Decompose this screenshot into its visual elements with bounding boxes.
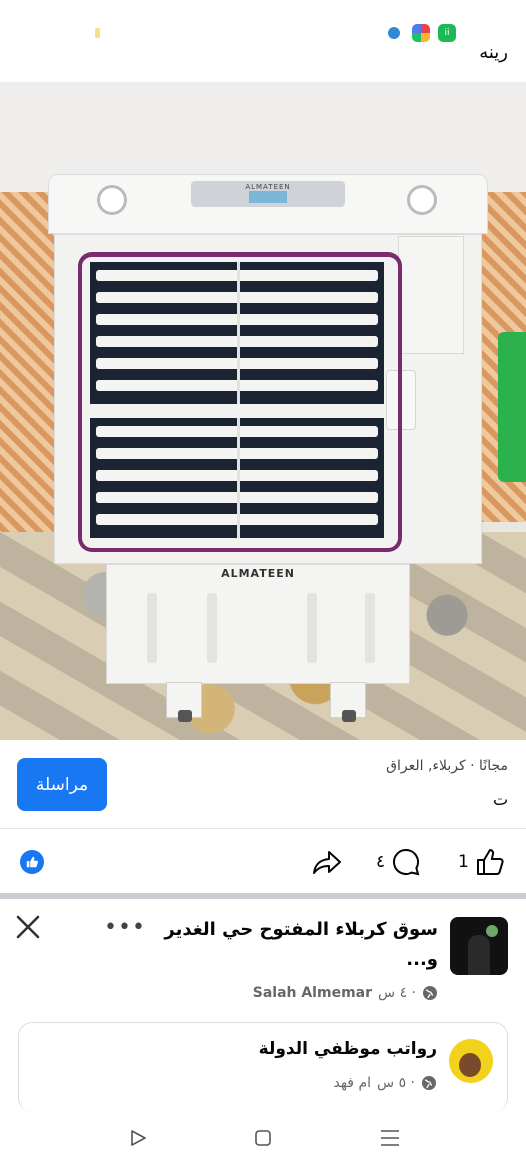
right-gauge xyxy=(407,185,437,215)
back-triangle-icon xyxy=(131,1130,146,1146)
home-square-icon xyxy=(255,1130,271,1146)
status-icons: ii xyxy=(388,24,456,42)
cooler-top: ALMATEEN xyxy=(48,174,488,234)
home-button[interactable] xyxy=(253,1128,273,1152)
back-button[interactable] xyxy=(128,1128,148,1152)
action-bar: ٤ 1 xyxy=(0,829,526,893)
post-time: ٤ س · xyxy=(378,985,416,1001)
cooler-tank: ALMATEEN xyxy=(106,564,410,684)
left-gauge xyxy=(97,185,127,215)
side-panel xyxy=(398,236,464,354)
panel-brand-label: ALMATEEN xyxy=(245,183,291,191)
card-author[interactable]: ام فهد xyxy=(334,1075,372,1091)
like-count: 1 xyxy=(458,852,469,872)
lower-louvres xyxy=(90,418,384,538)
post-meta: Salah Almemar ٤ س · xyxy=(253,985,438,1001)
listing-photo[interactable]: ALMATEEN ALMATEEN xyxy=(0,82,526,740)
like-button[interactable]: 1 xyxy=(458,847,505,877)
comment-button[interactable]: ٤ xyxy=(376,847,421,877)
message-button[interactable]: مراسلة xyxy=(17,758,107,811)
card-time: ٥ س · xyxy=(377,1075,415,1091)
system-navigation-bar xyxy=(0,1112,526,1169)
comment-icon xyxy=(393,848,420,876)
green-chair xyxy=(498,332,526,482)
globe-icon xyxy=(422,1076,436,1090)
brand-logo: ALMATEEN xyxy=(221,567,295,580)
upper-louvres xyxy=(90,262,384,404)
listing-title-fragment: ت xyxy=(492,790,508,809)
close-button[interactable] xyxy=(14,913,42,945)
thumbs-up-icon xyxy=(476,849,504,875)
comment-count: ٤ xyxy=(376,852,386,872)
control-panel: ALMATEEN xyxy=(191,181,345,207)
close-icon xyxy=(16,915,40,939)
air-cooler: ALMATEEN ALMATEEN xyxy=(48,174,488,722)
app-icon-multicolor xyxy=(412,24,430,42)
post-author[interactable]: Salah Almemar xyxy=(253,985,372,1001)
card-meta: ام فهد ٥ س · xyxy=(334,1075,438,1091)
group-title[interactable]: سوق كربلاء المفتوح حي الغدير و... xyxy=(138,915,438,975)
status-indicator xyxy=(95,28,100,38)
recents-button[interactable] xyxy=(379,1128,401,1152)
share-icon xyxy=(313,851,341,874)
group-avatar[interactable] xyxy=(450,917,508,975)
listing-info: مجانًا · كربلاء, العراق ت مراسلة xyxy=(0,740,526,828)
top-bar: ii رينه xyxy=(0,0,526,82)
right-wheel xyxy=(342,710,356,722)
group-post[interactable]: ••• سوق كربلاء المفتوح حي الغدير و... Sa… xyxy=(0,899,526,1019)
app-icon-blue xyxy=(388,27,400,39)
globe-icon xyxy=(423,986,437,1000)
panel-display xyxy=(249,191,287,203)
card-avatar[interactable] xyxy=(449,1039,493,1083)
left-wheel xyxy=(178,710,192,722)
card-title[interactable]: رواتب موظفي الدولة xyxy=(259,1039,437,1059)
menu-lines-icon xyxy=(381,1130,399,1146)
price-location: مجانًا · كربلاء, العراق xyxy=(386,758,508,774)
share-button[interactable] xyxy=(312,847,342,877)
page-title-fragment: رينه xyxy=(479,42,508,63)
app-icon-green: ii xyxy=(438,24,456,42)
shared-post-card[interactable]: رواتب موظفي الدولة ام فهد ٥ س · xyxy=(18,1022,508,1112)
like-reaction-icon xyxy=(20,850,44,874)
